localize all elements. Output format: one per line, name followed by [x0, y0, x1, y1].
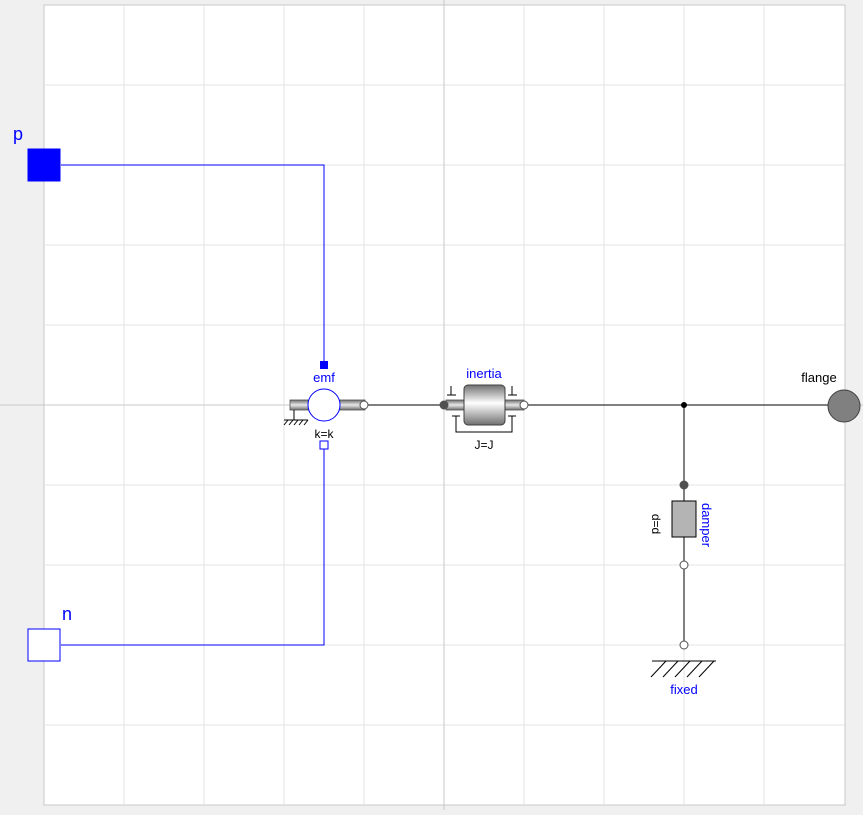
connection-junction-dot	[681, 402, 687, 408]
flange-label: flange	[801, 370, 836, 385]
flange-circle[interactable]	[827, 389, 861, 423]
emf-param-label: k=k	[314, 427, 334, 441]
inertia-param-label: J=J	[474, 438, 493, 452]
inertia-flange-b[interactable]	[519, 400, 529, 410]
damper-body	[671, 500, 697, 538]
diagram-canvas: p n emf k=k inertia J=J damper d=d fixed…	[0, 0, 863, 810]
inertia-name-label: inertia	[466, 366, 502, 381]
fixed-name-label: fixed	[670, 682, 697, 697]
emf-circle	[307, 388, 341, 422]
port-p-label: p	[13, 124, 23, 144]
damper-flange-b[interactable]	[679, 480, 689, 490]
emf-pin-n[interactable]	[319, 440, 329, 450]
emf-pin-p[interactable]	[320, 361, 328, 369]
fixed-flange[interactable]	[679, 640, 689, 650]
inertia-left-shaft	[445, 399, 466, 411]
port-n-label: n	[62, 604, 72, 624]
port-n-square[interactable]	[27, 628, 61, 662]
emf-flange[interactable]	[359, 400, 369, 410]
damper-param-label: d=d	[649, 514, 663, 534]
damper-flange-a[interactable]	[679, 560, 689, 570]
inertia-body	[463, 384, 506, 426]
damper-name-label: damper	[699, 503, 714, 548]
diagram-svg: p n emf k=k inertia J=J damper d=d fixed…	[0, 0, 863, 810]
port-p-square[interactable]	[27, 148, 61, 182]
emf-support-shaft	[289, 399, 310, 411]
inertia-flange-a[interactable]	[439, 400, 449, 410]
emf-name-label: emf	[313, 370, 335, 385]
